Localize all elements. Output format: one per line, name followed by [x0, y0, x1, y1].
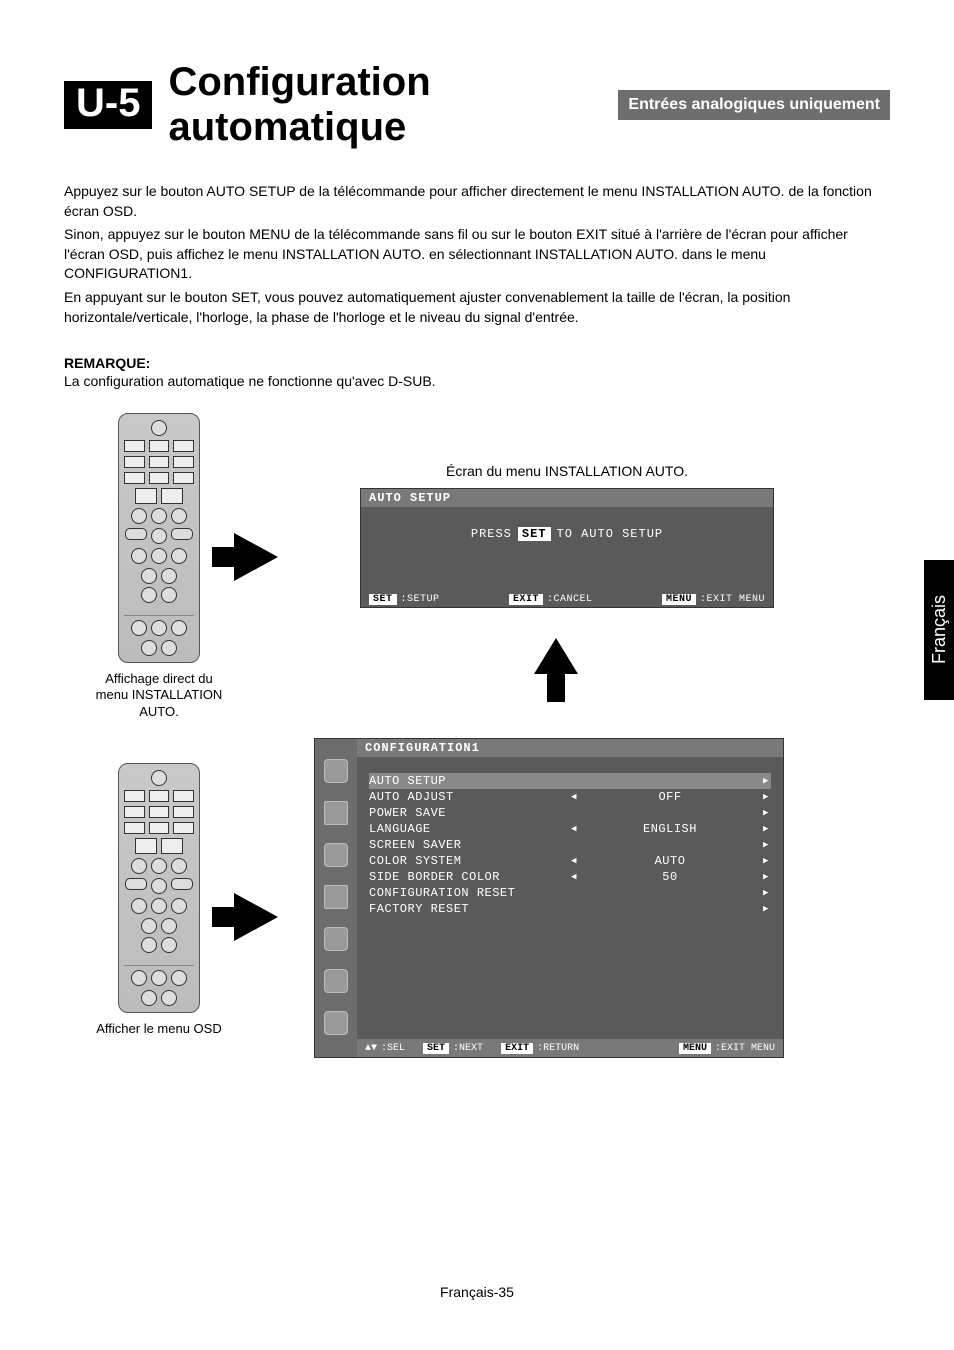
note-text: La configuration automatique ne fonction… [64, 373, 890, 389]
triangle-right-icon: ▶ [761, 904, 771, 914]
arrow-up-icon [534, 638, 578, 674]
osd-side-icon [324, 927, 348, 951]
section-title: Configuration automatique [168, 60, 602, 150]
prompt-post: TO AUTO SETUP [557, 527, 664, 541]
remote-caption-bottom: Afficher le menu OSD [94, 1021, 224, 1037]
osd-side-icon [324, 885, 348, 909]
prompt-press: PRESS [471, 527, 512, 541]
remote-illustration-bottom: Afficher le menu OSD [94, 763, 224, 1037]
conf-item-label: POWER SAVE [369, 806, 569, 820]
conf-row: COLOR SYSTEM◀AUTO▶ [369, 853, 771, 869]
conf-row: SCREEN SAVER ▶ [369, 837, 771, 853]
conf-row: LANGUAGE◀ENGLISH▶ [369, 821, 771, 837]
conf-item-label: LANGUAGE [369, 822, 569, 836]
conf-row: SIDE BORDER COLOR◀50▶ [369, 869, 771, 885]
triangle-left-icon: ◀ [569, 792, 579, 802]
side-language-tab: Français [924, 560, 954, 700]
foot-exit-label: :RETURN [537, 1043, 579, 1054]
foot-set-tag: SET [369, 594, 397, 605]
page-number: Français-35 [0, 1284, 954, 1300]
foot-exit-tag: EXIT [501, 1043, 533, 1054]
triangle-right-icon: ▶ [761, 840, 771, 850]
paragraph-1: Appuyez sur le bouton AUTO SETUP de la t… [64, 182, 890, 221]
remote-body [118, 763, 200, 1013]
arrow-right-icon [234, 533, 278, 581]
remote-power-icon [151, 420, 167, 436]
diagram-area: Affichage direct du menu INSTALLATION AU… [64, 413, 890, 1093]
conf-item-value: AUTO [579, 854, 761, 868]
remote-power-icon [151, 770, 167, 786]
triangle-right-icon: ▶ [761, 888, 771, 898]
note-label: REMARQUE: [64, 355, 890, 371]
osd-side-icon [324, 759, 348, 783]
conf-title: CONFIGURATION1 [357, 739, 783, 757]
conf-item-label: SCREEN SAVER [369, 838, 569, 852]
osd-sidebar [315, 739, 357, 1057]
foot-menu-tag: MENU [679, 1043, 711, 1054]
paragraph-3: En appuyant sur le bouton SET, vous pouv… [64, 288, 890, 327]
conf-row: POWER SAVE ▶ [369, 805, 771, 821]
remote-illustration-top: Affichage direct du menu INSTALLATION AU… [94, 413, 224, 720]
conf-item-label: SIDE BORDER COLOR [369, 870, 569, 884]
heading-row: U-5 Configuration automatique Entrées an… [64, 60, 890, 150]
triangle-right-icon: ▶ [761, 856, 771, 866]
conf-row: FACTORY RESET ▶ [369, 901, 771, 917]
page: U-5 Configuration automatique Entrées an… [0, 0, 954, 1350]
paragraph-2: Sinon, appuyez sur le bouton MENU de la … [64, 225, 890, 284]
osd-auto-setup-screen: AUTO SETUP PRESS SET TO AUTO SETUP SET :… [360, 488, 774, 608]
osd-side-icon [324, 801, 348, 825]
foot-menu-label: :EXIT MENU [700, 594, 765, 605]
foot-sel-tag: ▲▼ [365, 1043, 377, 1054]
triangle-left-icon: ◀ [569, 872, 579, 882]
osd-side-icon [324, 1011, 348, 1035]
triangle-left-icon: ◀ [569, 856, 579, 866]
foot-set-label: :SETUP [401, 594, 440, 605]
foot-set-label: :NEXT [453, 1043, 483, 1054]
conf-item-value: OFF [579, 790, 761, 804]
conf-list: AUTO SETUP▶AUTO ADJUST◀OFF▶POWER SAVE▶LA… [357, 757, 783, 917]
foot-exit-label: :CANCEL [547, 594, 593, 605]
osd-main: CONFIGURATION1 AUTO SETUP▶AUTO ADJUST◀OF… [357, 739, 783, 1057]
remote-body [118, 413, 200, 663]
osd-footer: SET :SETUP EXIT :CANCEL MENU :EXIT MENU [361, 594, 773, 605]
osd-auto-caption: Écran du menu INSTALLATION AUTO. [360, 463, 774, 479]
body-text: Appuyez sur le bouton AUTO SETUP de la t… [64, 182, 890, 327]
osd-side-icon [324, 843, 348, 867]
conf-footer: ▲▼ :SEL SET :NEXT EXIT :RETURN MENU :EX [357, 1039, 783, 1057]
foot-sel-label: :SEL [381, 1043, 405, 1054]
foot-menu-tag: MENU [662, 594, 696, 605]
osd-titlebar: AUTO SETUP [361, 489, 773, 507]
arrow-right-icon [234, 893, 278, 941]
conf-item-label: AUTO SETUP [369, 774, 569, 788]
conf-item-label: FACTORY RESET [369, 902, 569, 916]
foot-set-tag: SET [423, 1043, 449, 1054]
conf-item-value: 50 [579, 870, 761, 884]
triangle-left-icon: ◀ [569, 824, 579, 834]
conf-row: AUTO SETUP ▶ [369, 773, 771, 789]
osd-side-icon [324, 969, 348, 993]
conf-item-value: ENGLISH [579, 822, 761, 836]
osd-body: PRESS SET TO AUTO SETUP [361, 507, 773, 541]
remote-caption-top: Affichage direct du menu INSTALLATION AU… [94, 671, 224, 720]
triangle-right-icon: ▶ [761, 824, 771, 834]
triangle-right-icon: ▶ [761, 776, 771, 786]
side-tab-label: Français [929, 595, 950, 664]
banner-note: Entrées analogiques uniquement [618, 90, 890, 120]
osd-configuration1-screen: CONFIGURATION1 AUTO SETUP▶AUTO ADJUST◀OF… [314, 738, 784, 1058]
triangle-right-icon: ▶ [761, 792, 771, 802]
section-id-badge: U-5 [64, 81, 152, 129]
conf-row: CONFIGURATION RESET ▶ [369, 885, 771, 901]
conf-row: AUTO ADJUST◀OFF▶ [369, 789, 771, 805]
foot-menu-label: :EXIT MENU [715, 1043, 775, 1054]
prompt-set-key: SET [518, 527, 551, 541]
conf-item-label: AUTO ADJUST [369, 790, 569, 804]
conf-item-label: COLOR SYSTEM [369, 854, 569, 868]
foot-exit-tag: EXIT [509, 594, 543, 605]
triangle-right-icon: ▶ [761, 808, 771, 818]
triangle-right-icon: ▶ [761, 872, 771, 882]
conf-item-label: CONFIGURATION RESET [369, 886, 569, 900]
